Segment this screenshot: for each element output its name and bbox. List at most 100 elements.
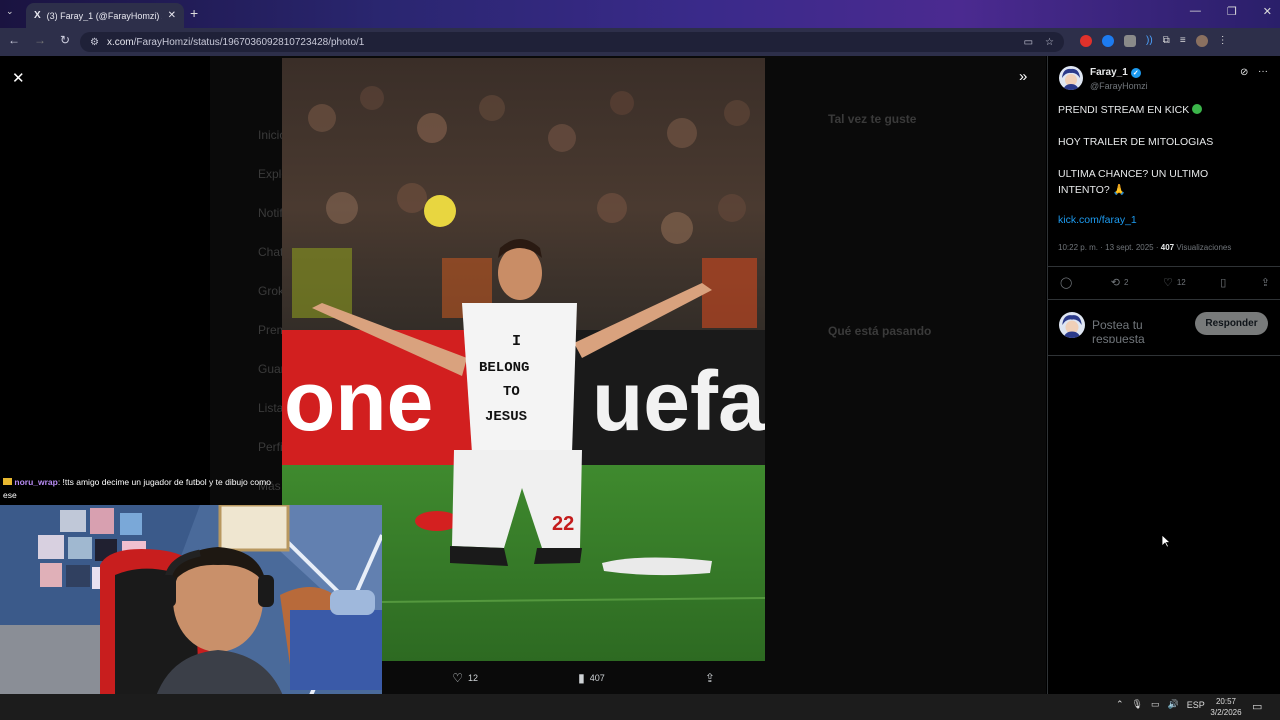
ghost-suggest-title: Tal vez te guste [828, 112, 917, 126]
bookmark-button[interactable]: ▯ [1220, 276, 1226, 289]
extensions-puzzle-icon[interactable]: ⧉ [1163, 35, 1170, 47]
extension-icons: )) ⧉ ≡ ⋮ [1080, 35, 1228, 47]
extension-red-icon[interactable] [1080, 35, 1092, 47]
forward-icon[interactable]: → [34, 33, 46, 47]
author-name[interactable]: Faray_1 ✓ [1090, 67, 1141, 78]
chat-username: noru_wrap [14, 477, 58, 487]
nav-buttons: ← → ↻ [8, 33, 70, 47]
bar-chart-icon: ▮ [578, 671, 585, 685]
tweet-text-line1: PRENDI STREAM EN KICK [1058, 102, 1268, 118]
window-controls: — ❐ ✕ [1190, 5, 1272, 18]
taskbar-clock[interactable]: 20:57 3/2/2026 [1205, 696, 1247, 718]
divider [1047, 266, 1280, 267]
system-tray: ⌃ 🎙 ▭ 🔊 ESP [1116, 699, 1205, 710]
verified-badge-icon: ✓ [1130, 67, 1141, 78]
ad-text-right: uefa [592, 354, 765, 448]
restore-icon[interactable]: ❐ [1227, 5, 1237, 18]
tray-chevron-icon[interactable]: ⌃ [1116, 699, 1124, 710]
browser-tab-active[interactable]: X (3) Faray_1 (@FarayHomzi) / X ✕ [26, 3, 184, 28]
clock-time: 20:57 [1215, 697, 1237, 706]
install-app-icon[interactable]: ▭ [1024, 37, 1033, 48]
shirt-text-line1: I [512, 333, 521, 350]
author-handle[interactable]: @FarayHomzi [1090, 81, 1148, 91]
volume-icon[interactable]: 🔊 [1168, 699, 1179, 710]
more-options-icon[interactable]: ··· [1258, 66, 1268, 77]
reply-submit-button[interactable]: Responder [1195, 312, 1268, 335]
close-photo-icon[interactable]: ✕ [12, 69, 25, 87]
avatar-image [1059, 312, 1085, 338]
tab-search-icon[interactable]: ⌄ [6, 6, 14, 17]
notifications-icon[interactable]: ▭ [1252, 700, 1262, 713]
green-circle-emoji [1192, 104, 1203, 114]
toggle-sidebar-icon[interactable]: » [1019, 68, 1027, 85]
views-button[interactable]: ▮ 407 [578, 671, 605, 685]
reply-button[interactable]: ◯ [1060, 276, 1076, 289]
profile-avatar-icon[interactable] [1195, 35, 1208, 47]
tweet-line1-text: PRENDI STREAM EN KICK [1058, 104, 1190, 116]
share-button[interactable]: ⇪ [705, 671, 715, 685]
new-tab-icon[interactable]: + [190, 5, 198, 21]
clock-date: 3/2/2026 [1210, 708, 1242, 717]
share-icon: ⇪ [704, 671, 715, 685]
windows-taskbar [0, 694, 1280, 720]
stream-chat-message: noru_wrap: !tts amigo decime un jugador … [0, 474, 282, 506]
tab-title: (3) Faray_1 (@FarayHomzi) / X [46, 10, 162, 21]
extension-blue-icon[interactable] [1102, 35, 1114, 47]
url-host: x.com [106, 36, 134, 48]
avatar-image [1059, 66, 1083, 90]
close-window-icon[interactable]: ✕ [1263, 5, 1272, 18]
ad-text-left: one [284, 354, 433, 448]
my-avatar [1059, 312, 1085, 338]
shirt-text-line2: BELONG [479, 360, 529, 376]
chat-badge-icon [3, 478, 12, 485]
streamer-webcam [0, 505, 382, 720]
tweet-text-line2: HOY TRAILER DE MITOLOGIAS [1058, 136, 1214, 148]
extension-grey-icon[interactable] [1124, 35, 1136, 47]
language-indicator[interactable]: ESP [1187, 700, 1205, 710]
tweet-repost-button[interactable]: ⟲ 2 [1111, 276, 1129, 289]
author-avatar[interactable] [1059, 66, 1083, 90]
tweet-text-line3b: INTENTO? 🙏 [1058, 182, 1268, 198]
heart-icon: ♡ [452, 671, 463, 685]
bookmark-star-icon[interactable]: ☆ [1045, 37, 1054, 48]
minimize-icon[interactable]: — [1190, 5, 1201, 18]
shirt-text-line4: JESUS [485, 409, 527, 425]
ghost-trend-title: Qué está pasando [828, 324, 932, 338]
reload-icon[interactable]: ↻ [60, 33, 70, 47]
shorts-number: 22 [552, 513, 574, 535]
tab-close-icon[interactable]: ✕ [168, 10, 176, 21]
reply-input[interactable]: Postea tu respuesta [1092, 318, 1182, 343]
bookmark-icon: ▯ [1220, 277, 1227, 289]
microphone-icon[interactable]: 🎙 [1132, 699, 1143, 710]
back-icon[interactable]: ← [8, 33, 20, 47]
reply-icon: ◯ [1060, 277, 1073, 289]
address-bar[interactable]: ⚙ x.com /FarayHomzi/status/1967036092810… [80, 32, 1064, 52]
tweet-timestamp[interactable]: 10:22 p. m. · 13 sept. 2025 · [1058, 243, 1159, 252]
like-count: 12 [468, 673, 479, 683]
webcam-image [0, 505, 382, 720]
tweet-like-button[interactable]: ♡ 12 [1163, 276, 1186, 289]
reading-list-icon[interactable]: ≡ [1180, 35, 1186, 47]
shirt-text-line3: TO [503, 384, 520, 400]
tweet-actions: ◯ ⟲ 2 ♡ 12 ▯ ⇪ [1060, 276, 1270, 289]
views-count: 407 [1160, 243, 1175, 252]
tweet-line3b-text: INTENTO? [1058, 184, 1110, 196]
tweet-text-line3a: ULTIMA CHANCE? UN ULTIMO [1058, 168, 1209, 180]
views-label: Visualizaciones [1176, 243, 1232, 252]
extension-wave-icon[interactable]: )) [1146, 35, 1153, 47]
tweet-share-button[interactable]: ⇪ [1261, 276, 1270, 289]
tweet-meta: 10:22 p. m. · 13 sept. 2025 · 407 Visual… [1058, 243, 1231, 252]
site-info-icon[interactable]: ⚙ [90, 37, 99, 48]
grok-icon[interactable]: ⊘ [1240, 67, 1248, 78]
network-icon[interactable]: ▭ [1151, 699, 1160, 710]
divider [1047, 355, 1280, 356]
browser-menu-icon[interactable]: ⋮ [1218, 35, 1228, 47]
divider [1047, 299, 1280, 300]
tweet-link[interactable]: kick.com/faray_1 [1058, 214, 1137, 226]
tweet-sidebar [1047, 56, 1280, 694]
like-button[interactable]: ♡ 12 [452, 671, 478, 685]
share-icon: ⇪ [1260, 277, 1270, 289]
pray-emoji: 🙏 [1112, 184, 1126, 196]
repost-icon: ⟲ [1110, 277, 1121, 289]
tweet-repost-count: 2 [1124, 278, 1129, 287]
